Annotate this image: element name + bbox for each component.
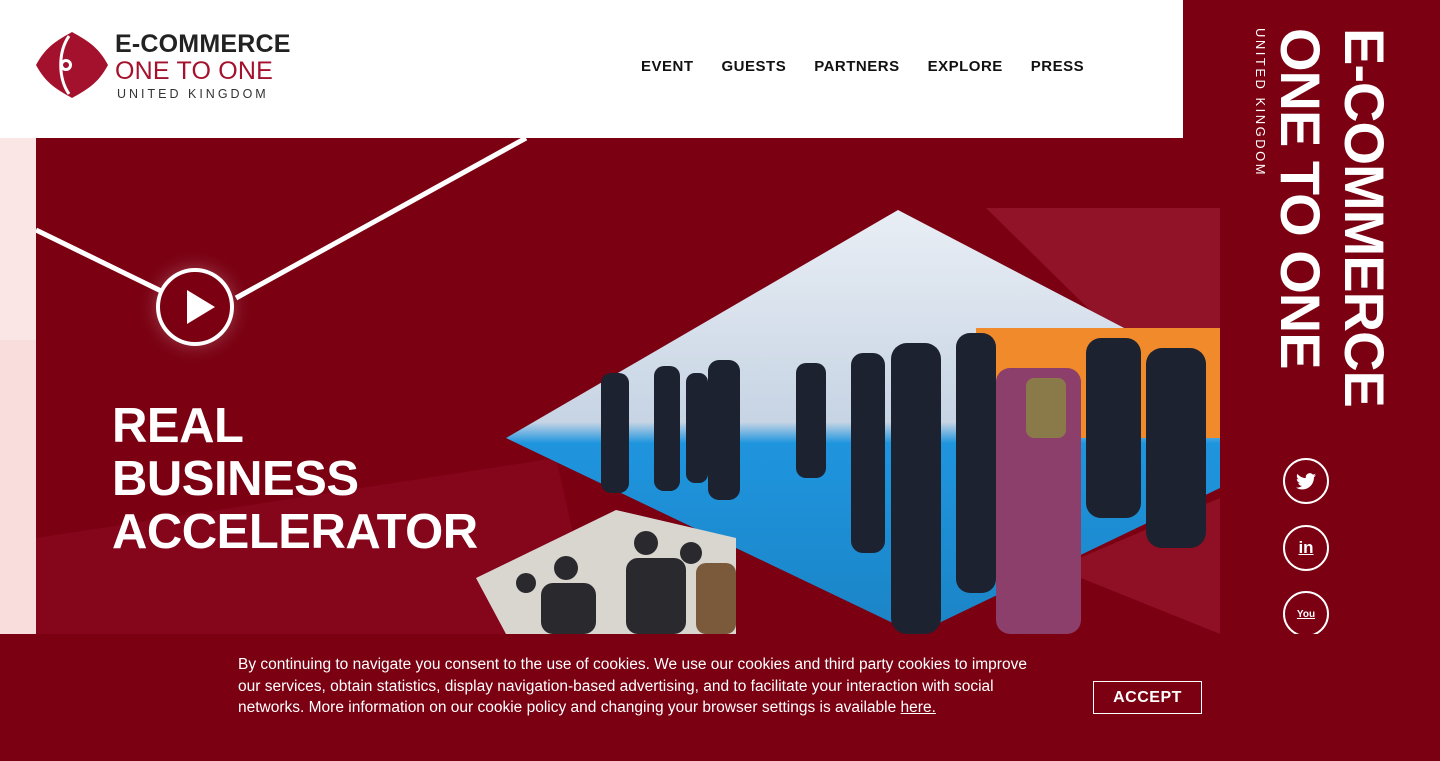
background-shape (0, 340, 40, 640)
vertical-brand-line2: ONE TO ONE (1269, 28, 1332, 369)
logo-line2: ONE TO ONE (115, 57, 274, 85)
cookie-banner: By continuing to navigate you consent to… (0, 634, 1440, 761)
accept-cookies-button[interactable]: ACCEPT (1093, 681, 1202, 714)
cookie-policy-link[interactable]: here. (901, 699, 936, 716)
headline-line3: ACCELERATOR (112, 505, 478, 559)
twitter-icon[interactable] (1283, 458, 1329, 504)
headline-line1: REAL (112, 399, 244, 453)
hero-decoration (36, 138, 1220, 634)
nav-partners[interactable]: PARTNERS (814, 58, 899, 75)
linkedin-icon[interactable]: in (1283, 525, 1329, 571)
logo-line3: UNITED KINGDOM (117, 87, 269, 101)
youtube-icon[interactable]: You (1283, 591, 1329, 637)
logo-line1: E-COMMERCE (115, 30, 291, 58)
main-nav: EVENT GUESTS PARTNERS EXPLORE PRESS (641, 58, 1112, 75)
vertical-subtitle: UNITED KINGDOM (1253, 28, 1268, 178)
nav-press[interactable]: PRESS (1031, 58, 1084, 75)
site-header: E-COMMERCE ONE TO ONE UNITED KINGDOM EVE… (0, 0, 1183, 138)
site-logo[interactable]: E-COMMERCE ONE TO ONE UNITED KINGDOM (36, 30, 306, 105)
hero-headline: REAL BUSINESS ACCELERATOR (112, 400, 478, 559)
nav-guests[interactable]: GUESTS (722, 58, 787, 75)
play-video-button[interactable] (156, 268, 234, 346)
headline-line2: BUSINESS (112, 452, 359, 506)
cookie-message: By continuing to navigate you consent to… (238, 654, 1048, 719)
nav-event[interactable]: EVENT (641, 58, 694, 75)
nav-explore[interactable]: EXPLORE (928, 58, 1003, 75)
logo-mark-icon (36, 32, 108, 98)
vertical-brand-line1: E-COMMERCE (1333, 28, 1396, 407)
side-panel-top (1183, 0, 1220, 138)
hero-section: REAL BUSINESS ACCELERATOR (36, 138, 1220, 634)
